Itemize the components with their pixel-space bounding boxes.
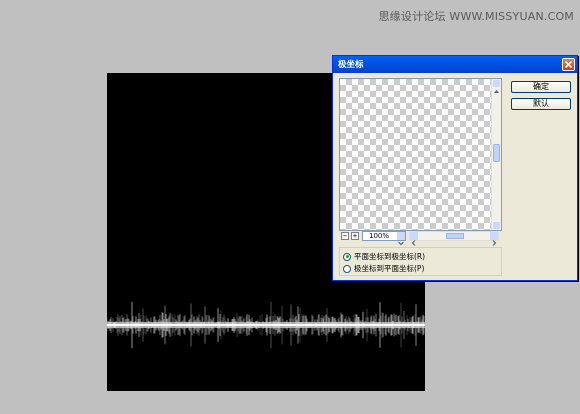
polar-coordinates-dialog: 极坐标 − + 100% 确定 默认 平面坐标到极坐标(R) 极坐标到平面坐标(… (332, 55, 578, 281)
scroll-thumb[interactable] (446, 233, 464, 239)
option-polar-to-rect[interactable]: 极坐标到平面坐标(P) (343, 263, 424, 274)
radio-button[interactable] (343, 264, 351, 273)
close-icon (564, 60, 573, 69)
zoom-out-icon[interactable]: − (341, 232, 349, 240)
preview-horizontal-scrollbar[interactable] (409, 231, 499, 246)
chevron-down-icon[interactable] (397, 232, 405, 246)
default-button[interactable]: 默认 (511, 98, 571, 110)
arrow-right-icon[interactable] (490, 232, 498, 246)
zoom-in-icon[interactable]: + (351, 232, 359, 240)
option-rect-to-polar[interactable]: 平面坐标到极坐标(R) (343, 251, 425, 262)
zoom-bar: − + 100% (339, 231, 502, 246)
ok-button[interactable]: 确定 (511, 81, 571, 93)
conversion-options: 平面坐标到极坐标(R) 极坐标到平面坐标(P) (339, 247, 502, 276)
watermark-text: 思缘设计论坛 WWW.MISSYUAN.COM (378, 10, 574, 23)
zoom-select[interactable]: 100% (362, 231, 406, 246)
preview-pane[interactable] (339, 78, 502, 231)
preview-vertical-scrollbar[interactable] (491, 79, 501, 230)
option-label: 极坐标到平面坐标(P) (354, 264, 425, 273)
arrow-down-icon[interactable] (493, 222, 500, 229)
arrow-left-icon[interactable] (410, 232, 418, 246)
scroll-thumb[interactable] (493, 144, 500, 162)
radio-button-selected[interactable] (343, 252, 351, 261)
close-button[interactable] (562, 58, 575, 71)
arrow-up-icon[interactable] (493, 80, 500, 93)
dialog-title: 极坐标 (338, 60, 364, 70)
option-label: 平面坐标到极坐标(R) (354, 252, 426, 261)
dialog-title-bar[interactable]: 极坐标 (333, 56, 577, 73)
zoom-value: 100% (369, 232, 390, 240)
